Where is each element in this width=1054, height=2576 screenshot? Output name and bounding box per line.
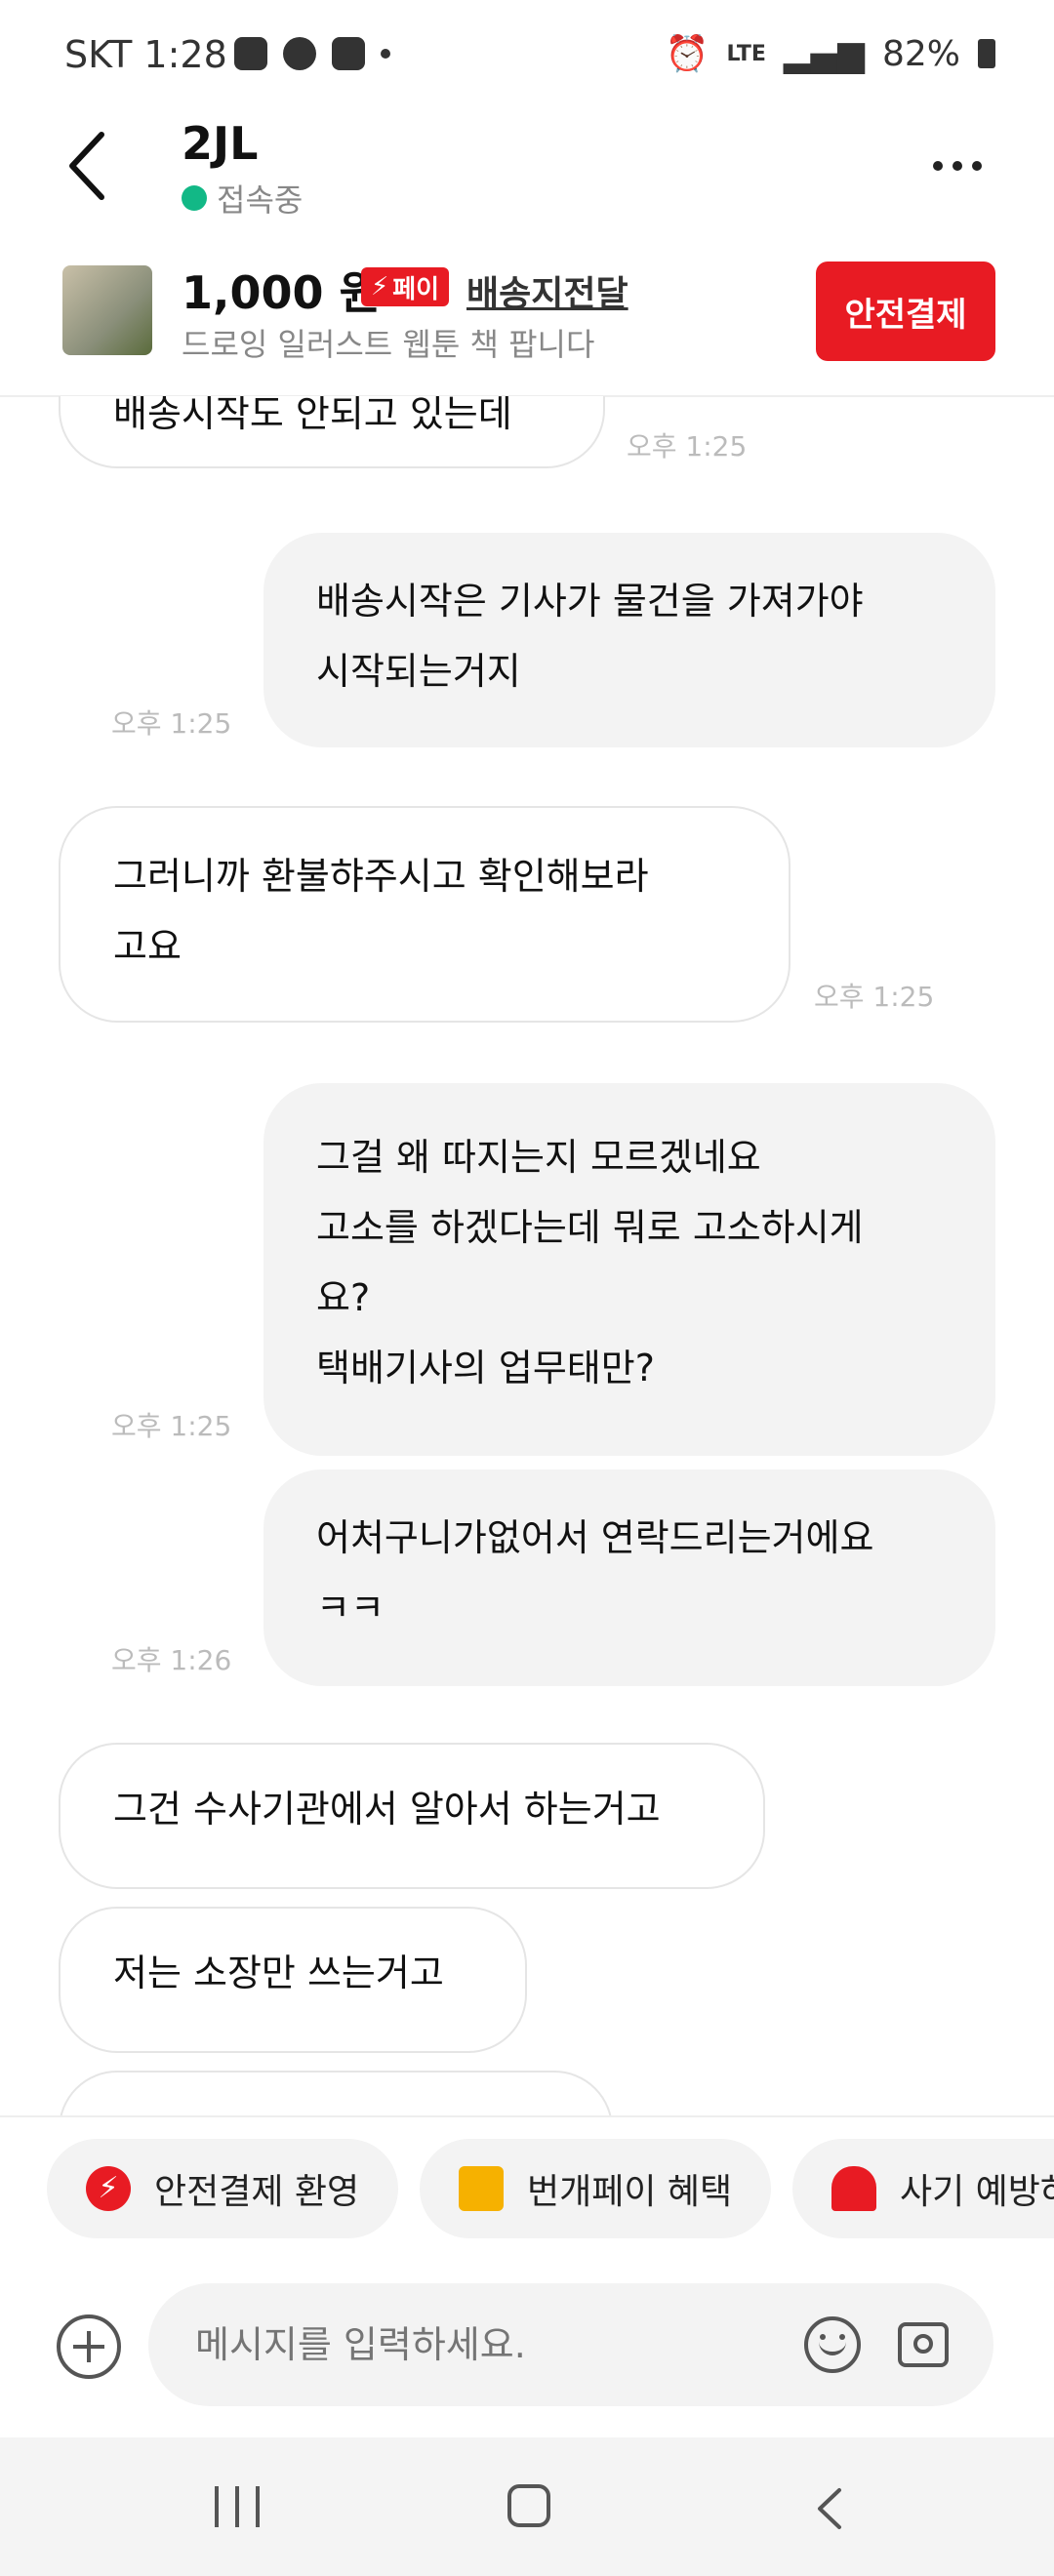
- message-text: 고요: [113, 925, 182, 968]
- chat-messages[interactable]: 배송시작도 안되고 있는데 오후 1:25 배송시작은 기사가 물건을 가져가야…: [0, 396, 1054, 2117]
- back-button[interactable]: [59, 127, 117, 205]
- presence-label: 접속중: [217, 181, 304, 219]
- message-bubble-incoming: 배송시작도 안되고 있는데: [59, 396, 605, 468]
- message-time: 오후 1:26: [111, 1644, 232, 1676]
- clock: 1:28: [143, 33, 227, 76]
- message-input[interactable]: [148, 2283, 993, 2406]
- message-text: 요?: [316, 1276, 371, 1319]
- more-options-button[interactable]: [933, 146, 1001, 185]
- pay-badge-label: 페이: [392, 274, 440, 304]
- shipping-address-link[interactable]: 배송지전달: [466, 265, 628, 316]
- message-bubble-incoming: 그건 수사기관에서 알아서 하는거고: [59, 1743, 765, 1889]
- online-dot-icon: [182, 185, 207, 211]
- battery-icon: [978, 39, 995, 68]
- lightning-icon: ⚡: [371, 272, 389, 302]
- signal-icon: ▂▄▆: [783, 33, 865, 74]
- system-icons: ⏰ LTE ▂▄▆ 82%: [666, 33, 995, 74]
- network-type: LTE: [726, 41, 766, 66]
- battery-level: 82%: [881, 33, 960, 74]
- message-text: 시작되는거지: [316, 650, 521, 693]
- camera-button[interactable]: [898, 2322, 949, 2367]
- message-bubble-outgoing: 그걸 왜 따지는지 모르겠네요 고소를 하겠다는데 뭐로 고소하시게 요? 택배…: [264, 1083, 995, 1456]
- pay-badge: ⚡ 페이: [361, 267, 450, 306]
- message-text: 배송시작도 안되고 있는데: [113, 396, 512, 435]
- carrier-name: SKT: [64, 33, 133, 76]
- message-bubble-outgoing: 배송시작은 기사가 물건을 가져가야 시작되는거지: [264, 533, 995, 747]
- kakaotalk-icon: [283, 37, 316, 70]
- status-bar: SKT 1:28 ⏰ LTE ▂▄▆ 82%: [0, 0, 1054, 107]
- quick-actions-bar[interactable]: ⚡ 안전결제 환영 번개페이 혜택 사기 예방하: [0, 2115, 1054, 2264]
- product-price: 1,000 원: [182, 266, 381, 319]
- safe-pay-button[interactable]: 안전결제: [816, 262, 995, 361]
- home-button[interactable]: [507, 2484, 550, 2527]
- message-bubble-outgoing: 어처구니가없어서 연락드리는거에요 ㅋㅋ: [264, 1469, 995, 1686]
- quick-action-label: 번개페이 혜택: [527, 2172, 733, 2212]
- message-text: 배송시작은 기사가 물건을 가져가야: [316, 580, 864, 623]
- quick-action-fraud-prevention[interactable]: 사기 예방하: [792, 2139, 1054, 2238]
- quick-action-label: 사기 예방하: [900, 2172, 1054, 2212]
- voicemail-icon: [332, 37, 365, 70]
- message-bubble-incoming: 그러니까 환불햐주시고 확인해보라 고요: [59, 806, 790, 1023]
- image-icon: [234, 37, 267, 70]
- message-text: 고소를 하겠다는데 뭐로 고소하시게: [316, 1206, 864, 1249]
- message-text: 그건 수사기관에서 알아서 하는거고: [113, 1788, 661, 1831]
- message-text: 그러니까 환불햐주시고 확인해보라: [113, 855, 649, 898]
- message-text: 택배기사의 업무태만?: [316, 1347, 655, 1389]
- recent-apps-button[interactable]: [215, 2486, 260, 2527]
- system-back-button[interactable]: [810, 2486, 849, 2531]
- message-text: 그걸 왜 따지는지 모르겠네요: [316, 1136, 761, 1179]
- message-text: 저는 소장만 쓰는거고: [113, 1952, 444, 1994]
- message-time: 오후 1:25: [111, 1410, 232, 1442]
- message-text: 어처구니가없어서 연락드리는거에요: [316, 1516, 874, 1559]
- lightning-icon: ⚡: [86, 2166, 131, 2211]
- message-time: 오후 1:25: [111, 707, 232, 740]
- more-notifications-icon: [381, 49, 390, 59]
- status-carrier-time: SKT 1:28: [64, 33, 227, 76]
- quick-action-label: 안전결제 환영: [154, 2172, 360, 2212]
- product-thumbnail[interactable]: [62, 265, 152, 355]
- message-time: 오후 1:25: [627, 430, 748, 463]
- presence-status: 접속중: [182, 176, 303, 221]
- notification-icons: [234, 37, 390, 70]
- attach-plus-button[interactable]: [57, 2314, 121, 2379]
- message-bubble-incoming: 저는 소장만 쓰는거고: [59, 1907, 527, 2053]
- message-time: 오후 1:25: [814, 981, 935, 1013]
- chat-partner-name: 2JL: [182, 117, 259, 170]
- gift-icon: [459, 2166, 504, 2211]
- siren-icon: [831, 2166, 876, 2211]
- message-bubble-incoming: [59, 2071, 613, 2117]
- alarm-icon: ⏰: [665, 34, 709, 74]
- quick-action-safe-pay[interactable]: ⚡ 안전결제 환영: [47, 2139, 399, 2238]
- message-text: ㅋㅋ: [316, 1587, 385, 1630]
- quick-action-pay-benefits[interactable]: 번개페이 혜택: [420, 2139, 772, 2238]
- product-description: 드로잉 일러스트 웹툰 책 팝니다: [182, 326, 595, 363]
- emoji-button[interactable]: [804, 2316, 861, 2373]
